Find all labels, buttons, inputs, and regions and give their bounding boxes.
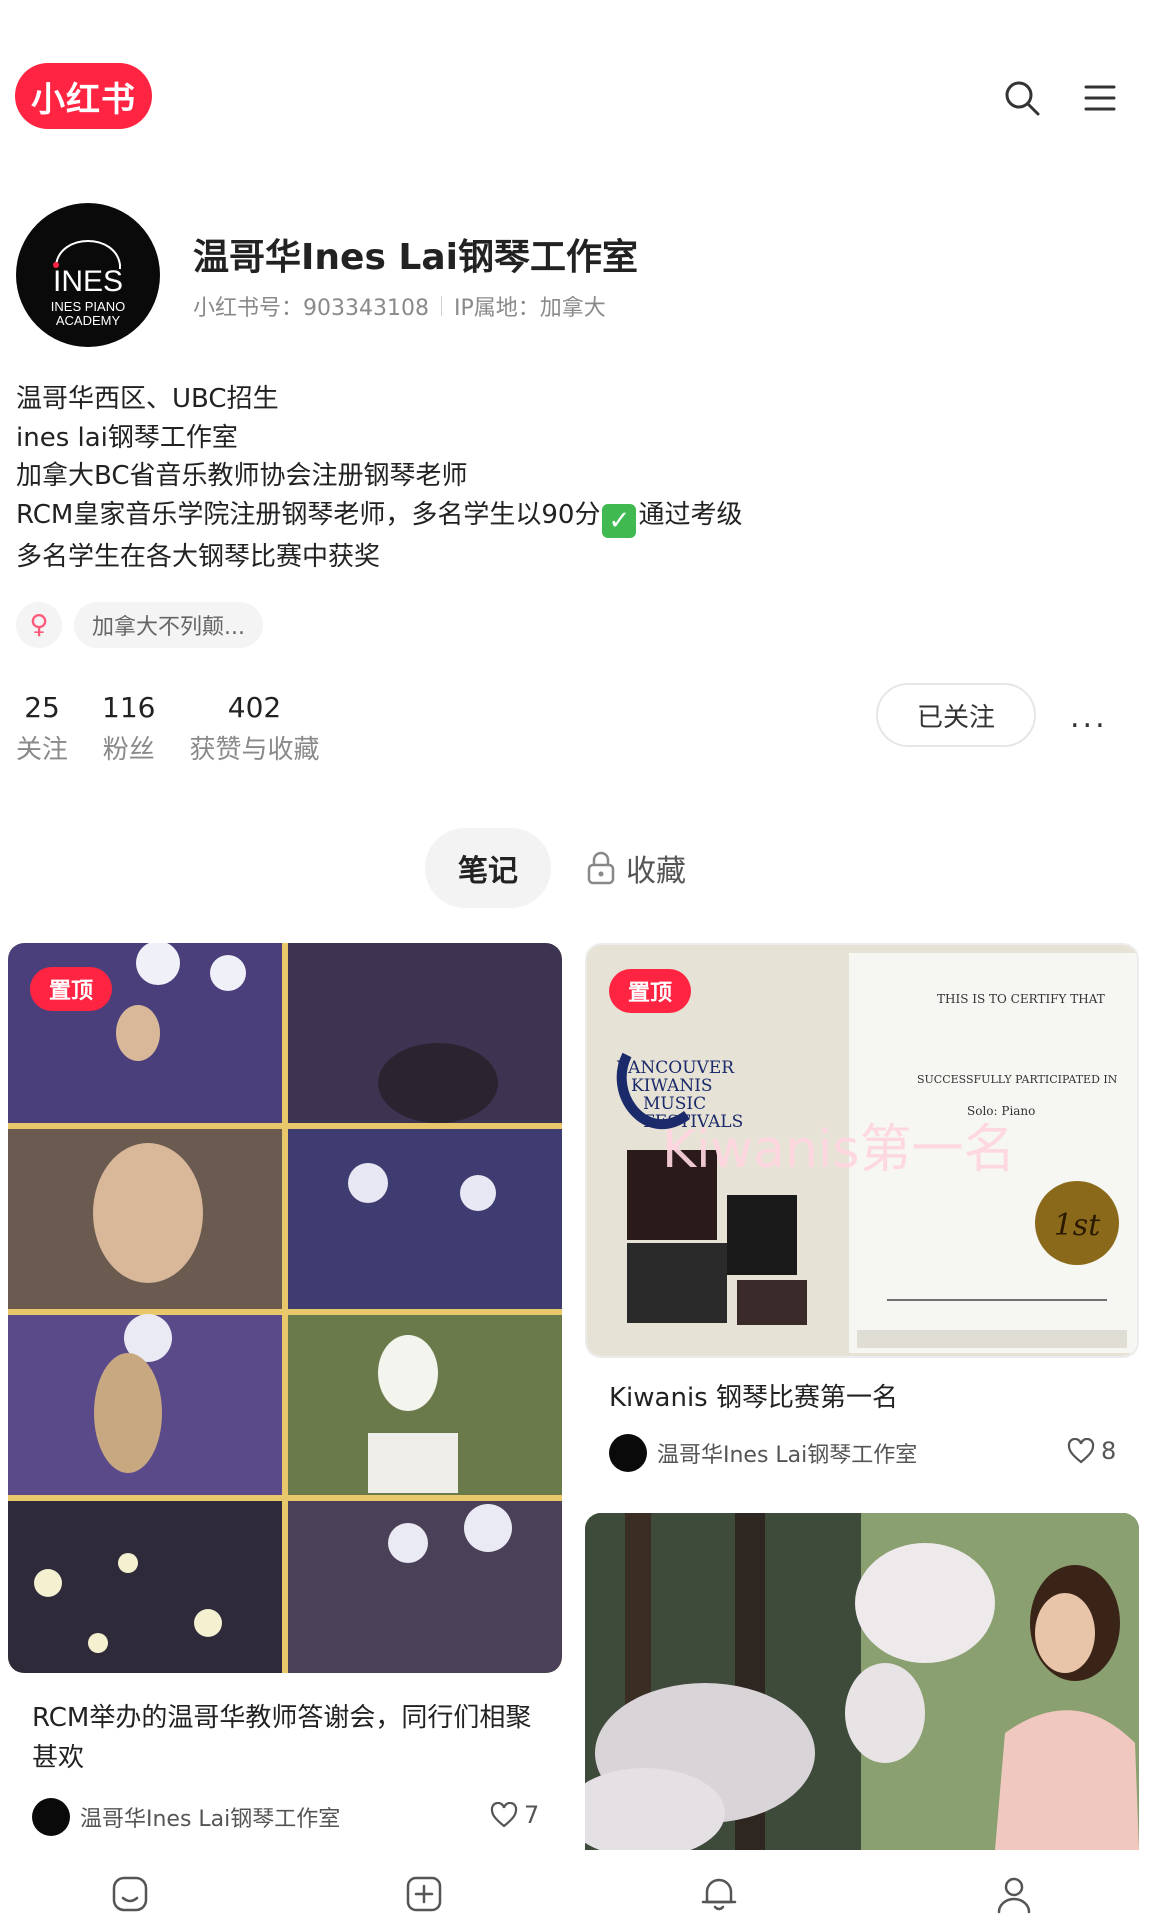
stat-label: 粉丝	[102, 735, 155, 765]
like-count: 8	[1101, 1437, 1117, 1465]
publish-icon[interactable]	[402, 1872, 446, 1916]
event-photo-collage	[8, 943, 562, 1673]
certificate-line: THIS IS TO CERTIFY THAT	[937, 992, 1105, 1006]
profile-avatar[interactable]: INES INES PIANO ACADEMY	[16, 203, 160, 347]
followed-button[interactable]: 已关注	[876, 683, 1036, 747]
heart-icon	[1067, 1438, 1095, 1464]
search-icon[interactable]	[1002, 78, 1042, 118]
first-place-seal: 1st	[1054, 1208, 1101, 1243]
pinned-badge: 置顶	[30, 967, 112, 1011]
ip-location: IP属地：加拿大	[453, 296, 606, 321]
pinned-badge: 置顶	[609, 969, 691, 1013]
avatar-logo-text: INES	[53, 265, 123, 298]
cherry-blossom-photo[interactable]	[585, 1513, 1139, 1850]
notification-icon[interactable]	[697, 1872, 741, 1916]
top-bar: 小红书	[0, 0, 1150, 150]
stat-label: 获赞与收藏	[189, 735, 320, 765]
note-card[interactable]: 置顶 RCM举办的温哥华教师答谢会，同行们相聚甚欢 温哥华Ines Lai钢琴工…	[8, 943, 562, 1850]
author-avatar	[609, 1434, 647, 1472]
tab-collections[interactable]: 收藏	[586, 828, 686, 908]
stat-label: 关注	[16, 735, 69, 765]
note-author[interactable]: 温哥华Ines Lai钢琴工作室	[609, 1434, 917, 1472]
festival-name-line: KIWANIS	[631, 1076, 713, 1096]
note-card[interactable]	[585, 1513, 1139, 1850]
bio-line: 多名学生在各大钢琴比赛中获奖	[16, 541, 381, 572]
meta-divider	[440, 296, 442, 316]
red-id[interactable]: 小红书号：903343108	[193, 290, 429, 322]
menu-icon[interactable]	[1080, 78, 1120, 118]
content-tabs: 笔记 收藏	[0, 828, 1150, 908]
festival-name-line: VANCOUVER	[616, 1058, 735, 1078]
note-likes[interactable]: 8	[1067, 1437, 1116, 1465]
tab-collections-label: 收藏	[626, 854, 686, 889]
stat-following[interactable]: 25 关注	[16, 690, 68, 770]
check-mark-icon: ✓	[602, 503, 637, 538]
location-tag[interactable]: 加拿大不列颠...	[74, 602, 263, 648]
female-icon: ♀	[16, 602, 62, 648]
home-icon[interactable]	[108, 1872, 152, 1916]
festival-name-line: MUSIC	[643, 1094, 706, 1114]
note-cover-image[interactable]: 置顶	[8, 943, 562, 1673]
profile-name: 温哥华Ines Lai钢琴工作室	[193, 237, 638, 278]
lock-icon	[587, 851, 615, 885]
note-title[interactable]: RCM举办的温哥华教师答谢会，同行们相聚甚欢	[32, 1698, 542, 1778]
more-options-icon[interactable]: ...	[1070, 700, 1120, 735]
stat-followers[interactable]: 116 粉丝	[102, 690, 155, 770]
stat-likes-collections[interactable]: 402 获赞与收藏	[189, 690, 319, 770]
avatar-logo-sub1: INES PIANO	[51, 299, 125, 314]
author-name: 温哥华Ines Lai钢琴工作室	[80, 1807, 341, 1832]
bio-line-part: RCM皇家音乐学院注册钢琴老师，多名学生以90分	[16, 499, 601, 530]
tab-notes[interactable]: 笔记	[425, 828, 551, 908]
profile-tags: ♀ 加拿大不列颠...	[16, 602, 263, 648]
author-avatar	[32, 1798, 70, 1836]
stat-value: 116	[102, 691, 156, 724]
bio-line: 温哥华西区、UBC招生	[16, 384, 279, 414]
profile-icon[interactable]	[992, 1872, 1036, 1916]
bio-line: ines lai钢琴工作室	[16, 422, 238, 453]
bio-line: 加拿大BC省音乐教师协会注册钢琴老师	[16, 461, 468, 491]
note-cover-image[interactable]: VANCOUVER KIWANIS MUSIC FESTIVALS THIS I…	[585, 943, 1139, 1358]
bio-line: RCM皇家音乐学院注册钢琴老师，多名学生以90分 ✓ 通过考级	[16, 496, 1116, 538]
certificate-line: Solo: Piano	[967, 1104, 1035, 1118]
note-card[interactable]: VANCOUVER KIWANIS MUSIC FESTIVALS THIS I…	[585, 943, 1139, 1476]
note-likes[interactable]: 7	[490, 1801, 539, 1829]
app-logo[interactable]: 小红书	[15, 63, 152, 129]
author-name: 温哥华Ines Lai钢琴工作室	[657, 1443, 918, 1468]
bio-line-part: 通过考级	[638, 499, 743, 530]
note-title[interactable]: Kiwanis 钢琴比赛第一名	[609, 1378, 1119, 1418]
note-author[interactable]: 温哥华Ines Lai钢琴工作室	[32, 1798, 340, 1836]
stat-value: 25	[24, 691, 60, 724]
profile-meta: 小红书号：903343108 IP属地：加拿大	[193, 290, 606, 322]
certificate-line: SUCCESSFULLY PARTICIPATED IN	[917, 1073, 1118, 1086]
like-count: 7	[524, 1801, 540, 1829]
stat-value: 402	[227, 691, 282, 724]
profile-bio: 温哥华西区、UBC招生 ines lai钢琴工作室 加拿大BC省音乐教师协会注册…	[16, 380, 1116, 576]
heart-icon	[490, 1802, 518, 1828]
avatar-logo-sub2: ACADEMY	[56, 313, 121, 328]
bottom-navigation	[0, 1850, 1150, 1922]
profile-stats: 25 关注 116 粉丝 402 获赞与收藏	[16, 690, 353, 770]
kiwanis-overlay-text: Kiwanis第一名	[662, 1120, 1015, 1180]
